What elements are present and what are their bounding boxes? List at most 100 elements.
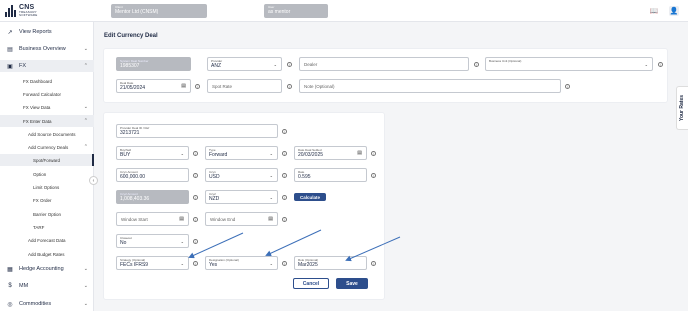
info-icon[interactable]: i <box>282 173 287 178</box>
sidebar-item-label: FX <box>19 63 27 69</box>
info-icon[interactable]: i <box>371 151 376 156</box>
date-settled-field[interactable]: Date Deal Settled 20/03/2025 ▤ <box>294 146 367 160</box>
info-icon[interactable]: i <box>282 217 287 222</box>
field-value: 1,008,403.36 <box>120 196 150 202</box>
provider-deal-id-input[interactable]: Provider Deal ID / Ref 3213721 <box>116 124 278 138</box>
deal-date-field[interactable]: Deal Date 21/05/2024 ▤ <box>116 79 191 93</box>
brand-logo[interactable]: CNS TREASURY SOFTWARE <box>5 4 38 18</box>
info-icon[interactable]: i <box>474 62 479 67</box>
sidebar-item-business-overview[interactable]: ▤ Business Overview ⌄ <box>0 43 94 55</box>
info-icon[interactable]: i <box>287 84 292 89</box>
sidebar-item-label: MM <box>19 283 29 289</box>
sidebar-item-fx-dashboard[interactable]: FX Dashboard <box>0 75 94 87</box>
sidebar-item-add-source-documents[interactable]: Add Source Documents <box>0 128 94 140</box>
sidebar-item-option[interactable]: Option <box>0 168 94 180</box>
sidebar-item-label: Forward Calculator <box>23 91 62 97</box>
dealer-input[interactable]: Dealer <box>299 57 469 71</box>
info-icon[interactable]: i <box>658 62 663 67</box>
info-icon[interactable]: i <box>193 217 198 222</box>
field-value: 3213721 <box>120 130 140 136</box>
window-end-field[interactable]: Window End ▤ <box>205 212 278 226</box>
field-placeholder: Window Start <box>121 217 148 222</box>
sidebar-item-fx-order[interactable]: FX Order <box>0 194 94 206</box>
info-icon[interactable]: i <box>287 62 292 67</box>
info-icon[interactable]: i <box>195 84 200 89</box>
sidebar-item-fx-enter-data[interactable]: FX Enter Data ⌃ <box>0 115 94 127</box>
save-button[interactable]: Save <box>336 278 368 289</box>
sidebar-item-add-currency-deals[interactable]: Add Currency Deals ⌃ <box>0 141 94 153</box>
calculate-button[interactable]: Calculate <box>294 193 326 201</box>
ccy2-amount-field: Ccy2 Amount 1,008,403.36 <box>116 190 189 204</box>
info-icon[interactable]: i <box>193 261 198 266</box>
window-start-field[interactable]: Window Start ▤ <box>116 212 189 226</box>
info-icon[interactable]: i <box>282 261 287 266</box>
info-icon[interactable]: i <box>193 151 198 156</box>
user-selector[interactable]: User as mentor <box>264 4 328 18</box>
client-selector[interactable]: Client Mentor Ltd (CNSM) <box>111 4 207 18</box>
field-value: NZD <box>209 196 220 202</box>
hedge-icon: ▦ <box>7 266 13 273</box>
sidebar-item-tarf[interactable]: TARF <box>0 221 94 233</box>
type-select[interactable]: Type Forward ⌄ <box>205 146 278 160</box>
your-rates-tab[interactable]: Your Rates <box>676 86 688 130</box>
rate-input[interactable]: Rate 0.595 <box>294 168 367 182</box>
info-icon[interactable]: i <box>193 173 198 178</box>
sidebar-item-mm[interactable]: $ MM ⌄ <box>0 280 94 292</box>
sidebar-item-label: FX View Data <box>23 104 51 110</box>
info-icon[interactable]: i <box>565 84 570 89</box>
chevron-up-icon: ⌃ <box>83 63 88 69</box>
closeout-select[interactable]: Closeout No ⌄ <box>116 234 189 248</box>
calendar-icon[interactable]: ▤ <box>181 83 186 89</box>
info-icon[interactable]: i <box>282 151 287 156</box>
ccy2-select[interactable]: Ccy2 NZD ⌄ <box>205 190 278 204</box>
sidebar-item-fx-view-data[interactable]: FX View Data ⌄ <box>0 101 94 113</box>
sidebar-item-barrier-option[interactable]: Barrier Option <box>0 208 94 220</box>
business-unit-select[interactable]: Business Unit (Optional) ⌄ <box>485 57 653 71</box>
chevron-down-icon: ⌄ <box>83 46 88 52</box>
info-icon[interactable]: i <box>371 173 376 178</box>
chevron-down-icon: ⌄ <box>83 266 88 272</box>
logo-bars-icon <box>5 5 16 17</box>
user-icon[interactable]: 👤 <box>669 6 679 16</box>
calendar-icon[interactable]: ▤ <box>357 150 362 156</box>
sidebar-item-forward-calculator[interactable]: Forward Calculator <box>0 88 94 100</box>
sidebar-item-add-budget-rates[interactable]: Add Budget Rates <box>0 248 94 260</box>
info-icon[interactable]: i <box>193 195 198 200</box>
sidebar-item-fx[interactable]: ▣ FX ⌃ <box>0 60 94 72</box>
buy-sell-select[interactable]: Buy/Sell BUY ⌄ <box>116 146 189 160</box>
sidebar-item-view-reports[interactable]: ↗ View Reports <box>0 26 94 38</box>
chevron-down-icon: ⌄ <box>83 283 88 289</box>
sidebar-collapse-button[interactable]: ‹ <box>89 176 98 185</box>
sidebar-item-label: Commodities <box>19 301 52 307</box>
info-icon[interactable]: i <box>282 129 287 134</box>
sidebar-item-limit-options[interactable]: Limit Options <box>0 181 94 193</box>
chevron-down-icon: ⌄ <box>644 62 648 67</box>
sidebar-item-add-forecast-data[interactable]: Add Forecast Data <box>0 234 94 246</box>
info-icon[interactable]: i <box>193 239 198 244</box>
system-deal-number-field: System Deal Number 1985307 <box>116 57 191 71</box>
provider-select[interactable]: Provider ANZ ⌄ <box>207 57 282 71</box>
calendar-icon[interactable]: ▤ <box>179 216 184 222</box>
deal-details-card: Provider Deal ID / Ref 3213721 i Buy/Sel… <box>103 112 385 300</box>
ccy1-select[interactable]: Ccy1 USD ⌄ <box>205 168 278 182</box>
info-icon[interactable]: i <box>282 195 287 200</box>
sidebar-item-label: TARF <box>33 224 45 230</box>
ccy1-amount-input[interactable]: Ccy1 Amount 600,000.00 <box>116 168 189 182</box>
info-icon[interactable]: i <box>371 261 376 266</box>
globe-icon: ◎ <box>7 301 13 308</box>
cancel-button[interactable]: Cancel <box>293 278 329 289</box>
page-title: Edit Currency Deal <box>104 33 158 39</box>
calendar-icon[interactable]: ▤ <box>268 216 273 222</box>
dollar-icon: $ <box>8 283 12 289</box>
strategy-select[interactable]: Strategy (Optional) FECs IFRS9 ⌄ <box>116 256 189 270</box>
role-input[interactable]: Role (Optional) Mar2025 <box>294 256 367 270</box>
sidebar-item-spot-forward[interactable]: Spot/Forward <box>0 154 94 166</box>
field-value: ANZ <box>211 63 221 69</box>
sidebar-item-commodities[interactable]: ◎ Commodities ⌄ <box>0 298 94 310</box>
note-input[interactable]: Note (Optional) <box>299 79 561 93</box>
books-icon[interactable]: 📖 <box>649 6 659 16</box>
sidebar-item-hedge-accounting[interactable]: ▦ Hedge Accounting ⌄ <box>0 263 94 275</box>
sidebar-item-label: Add Source Documents <box>28 131 76 137</box>
spot-rate-input[interactable]: Spot Rate <box>207 79 282 93</box>
designation-select[interactable]: Designation (Optional) Yes ⌄ <box>205 256 278 270</box>
